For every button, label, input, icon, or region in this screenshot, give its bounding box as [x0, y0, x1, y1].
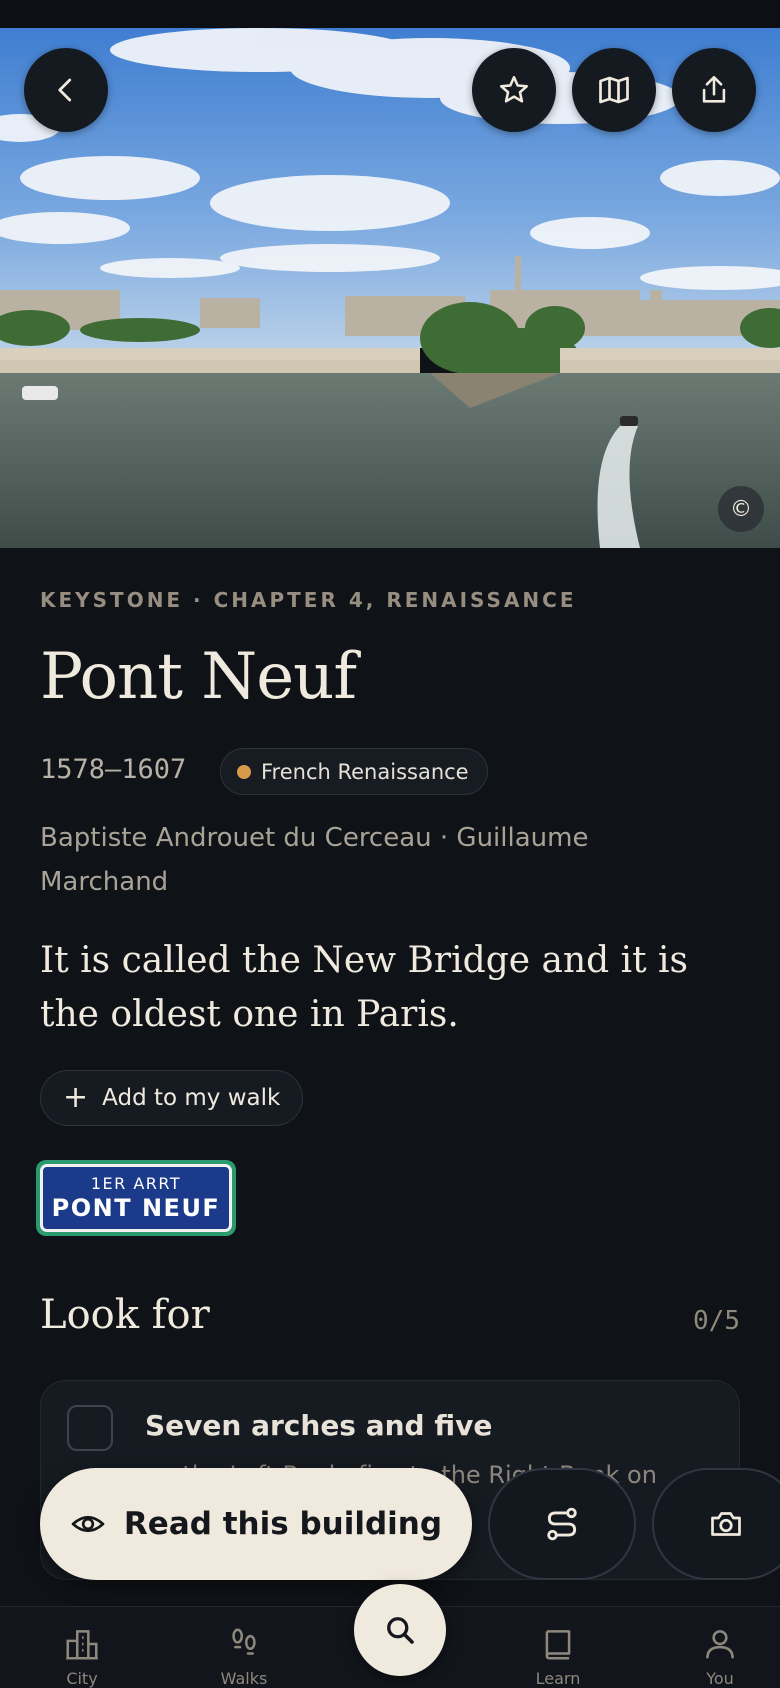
- add-to-walk-label: Add to my walk: [102, 1085, 281, 1111]
- share-button[interactable]: [672, 48, 756, 132]
- pont-neuf-photo: [0, 28, 780, 548]
- status-bar: [0, 0, 780, 28]
- building-title: Pont Neuf: [40, 640, 357, 714]
- footsteps-icon: [232, 1628, 256, 1655]
- look-for-item-title: Seven arches and five: [145, 1409, 493, 1442]
- search-button[interactable]: [354, 1584, 446, 1676]
- plus-icon: +: [63, 1080, 89, 1115]
- person-icon: [706, 1630, 734, 1659]
- tab-you-label: You: [706, 1669, 734, 1688]
- building-years: 1578–1607: [40, 754, 187, 785]
- star-icon: [499, 75, 529, 103]
- street-sign-plate: 1ER ARRT PONT NEUF: [40, 1164, 232, 1232]
- tab-city[interactable]: City: [42, 1625, 122, 1688]
- look-for-heading: Look for: [40, 1292, 210, 1338]
- hero-photo: ©: [0, 28, 780, 548]
- tab-walks-label: Walks: [220, 1669, 268, 1688]
- building-tagline: It is called the New Bridge and it is th…: [40, 940, 689, 1035]
- tab-learn-label: Learn: [535, 1669, 581, 1688]
- book-icon: [545, 1630, 571, 1660]
- camera-button[interactable]: [652, 1468, 780, 1580]
- style-label: French Renaissance: [261, 759, 469, 784]
- tab-you[interactable]: You: [680, 1625, 760, 1688]
- photo-credit-button[interactable]: ©: [718, 486, 764, 532]
- search-icon: [387, 1617, 414, 1644]
- chapter-eyebrow: KEYSTONE · CHAPTER 4, RENAISSANCE: [40, 588, 577, 612]
- camera-icon: [711, 1512, 741, 1536]
- copyright-icon: ©: [730, 496, 752, 522]
- street-sign: 1ER ARRT PONT NEUF: [36, 1160, 236, 1236]
- read-building-label: Read this building: [123, 1506, 443, 1542]
- street-sign-arrondissement: 1ER ARRT: [90, 1174, 182, 1193]
- style-color-dot: [237, 764, 251, 779]
- tab-walks[interactable]: Walks: [204, 1625, 284, 1688]
- look-for-count: 0/5: [693, 1306, 740, 1336]
- look-for-checkbox[interactable]: [67, 1405, 113, 1451]
- style-chip[interactable]: French Renaissance: [220, 748, 488, 795]
- read-building-button[interactable]: Read this building: [40, 1468, 472, 1580]
- chevron-left-icon: [58, 78, 72, 102]
- favorite-button[interactable]: [472, 48, 556, 132]
- add-to-walk-button[interactable]: + Add to my walk: [40, 1070, 304, 1126]
- eye-icon: [71, 1515, 105, 1533]
- back-button[interactable]: [24, 48, 108, 132]
- map-button[interactable]: [572, 48, 656, 132]
- tab-learn[interactable]: Learn: [518, 1625, 598, 1688]
- tab-city-label: City: [66, 1669, 98, 1688]
- share-icon: [702, 75, 726, 103]
- street-sign-name: PONT NEUF: [51, 1194, 221, 1222]
- route-button[interactable]: [488, 1468, 636, 1580]
- architects: Baptiste Androuet du Cerceau · Guillaume…: [40, 823, 589, 897]
- city-icon: [66, 1630, 98, 1660]
- route-icon: [547, 1507, 577, 1541]
- map-icon: [599, 76, 629, 104]
